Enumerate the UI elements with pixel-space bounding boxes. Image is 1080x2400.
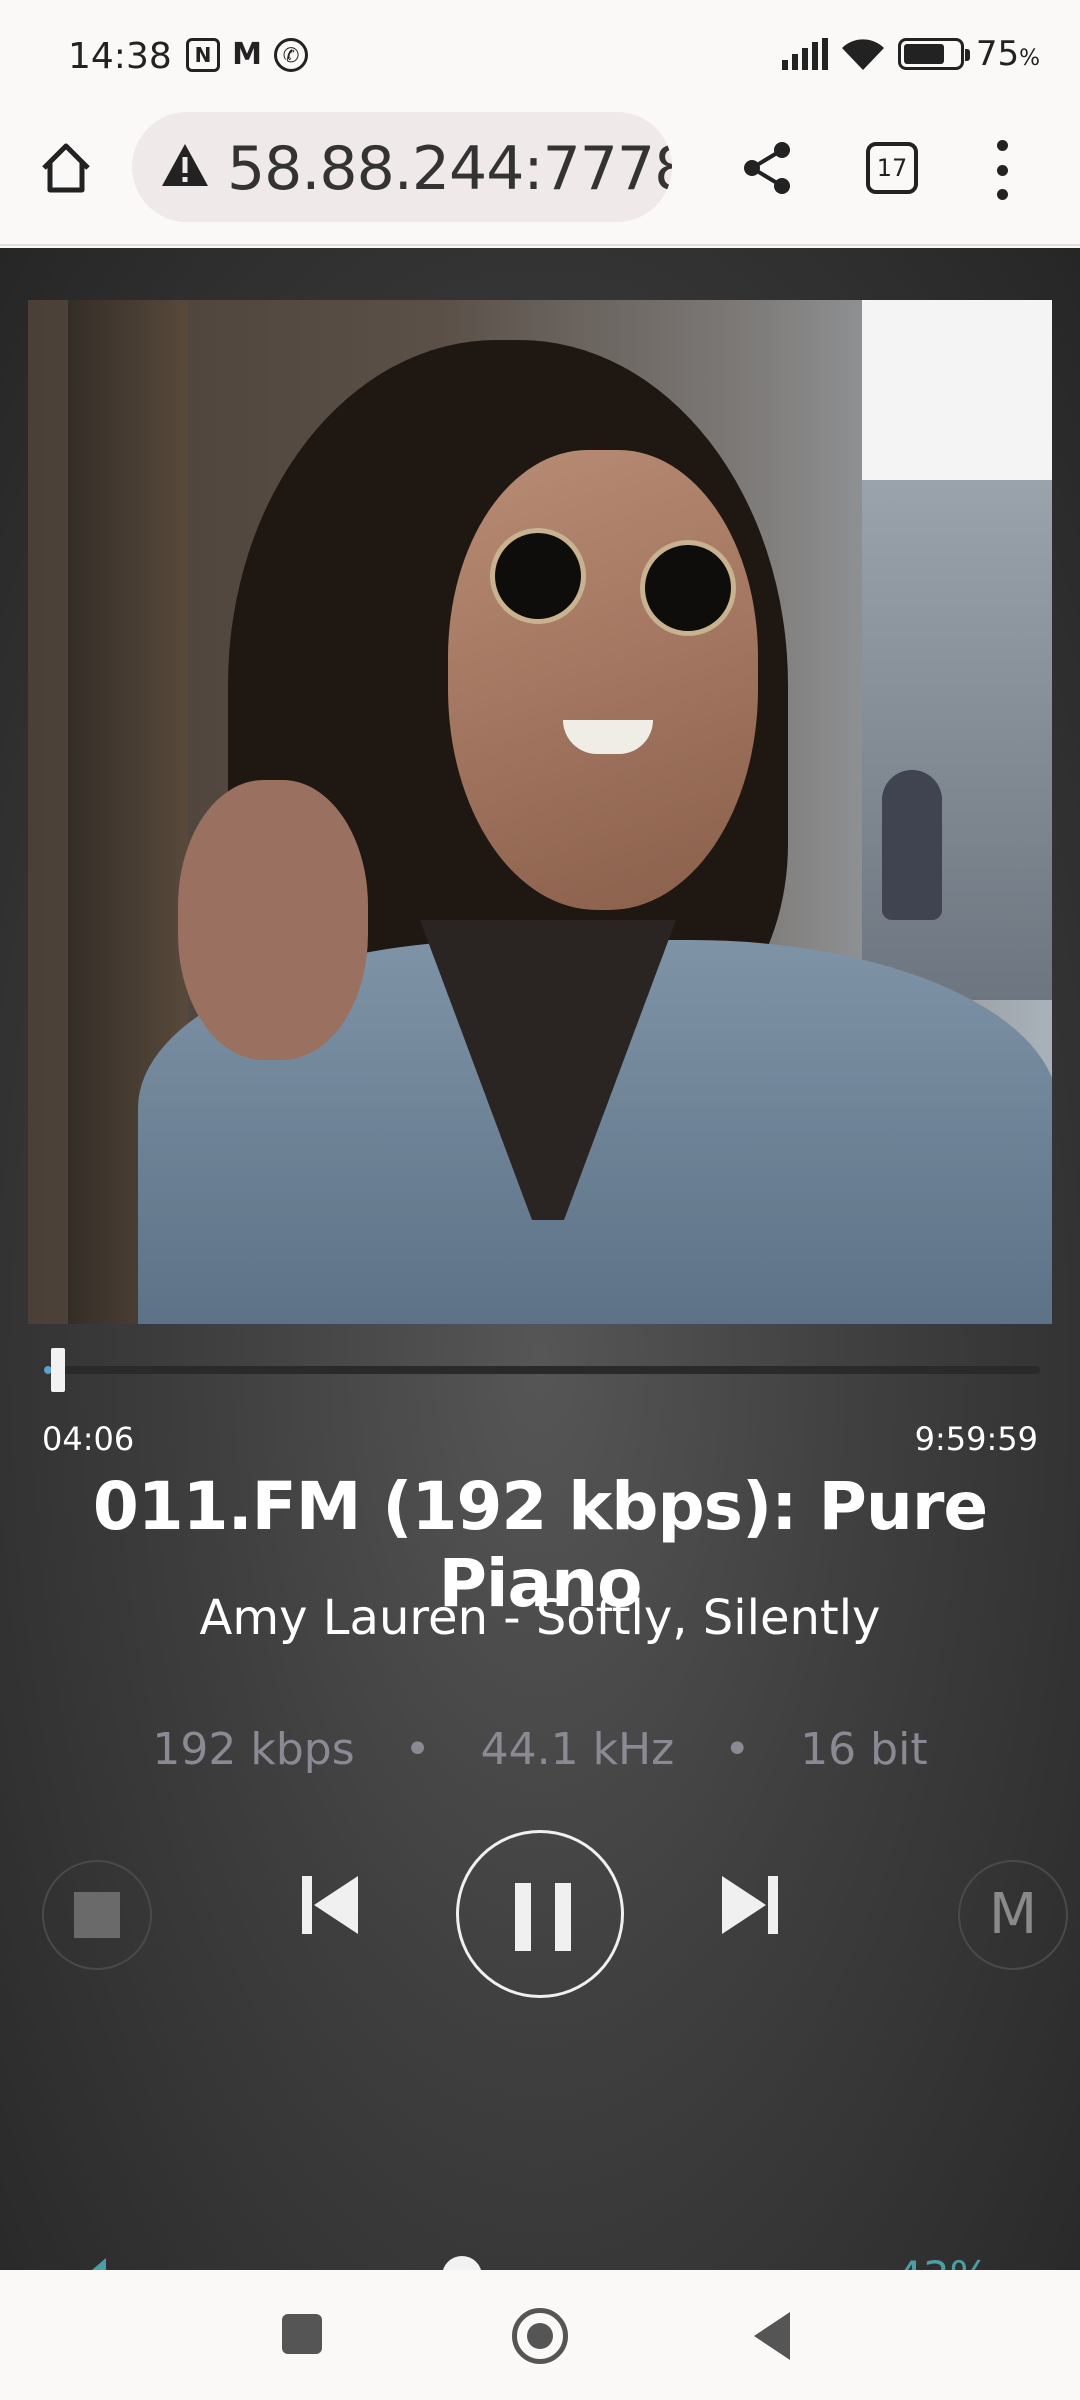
pause-button[interactable]: [456, 1830, 624, 1998]
stream-info: 192 kbps • 44.1 kHz • 16 bit: [0, 1724, 1080, 1775]
previous-icon[interactable]: [300, 1870, 364, 1940]
battery-percent: 75%: [975, 34, 1040, 74]
bit-depth: 16 bit: [800, 1724, 928, 1775]
playback-controls: M: [0, 1830, 1080, 2000]
url-bar[interactable]: 58.88.244:7778: [132, 112, 672, 222]
track-title: Amy Lauren - Softly, Silently: [199, 1590, 881, 1646]
stop-button[interactable]: [42, 1860, 152, 1970]
browser-toolbar: 58.88.244:7778 17: [0, 110, 1080, 246]
home-nav-icon[interactable]: [512, 2308, 568, 2364]
stop-icon: [74, 1892, 120, 1938]
navigation-bar: [0, 2270, 1080, 2400]
share-icon[interactable]: [740, 140, 796, 196]
home-icon[interactable]: [36, 138, 96, 198]
bitrate: 192 kbps: [152, 1724, 355, 1775]
next-icon[interactable]: [716, 1870, 780, 1940]
status-time: 14:38: [68, 36, 172, 77]
separator: •: [724, 1724, 751, 1775]
duration-time: 9:59:59: [914, 1420, 1038, 1458]
elapsed-time: 04:06: [42, 1420, 135, 1458]
wifi-icon: [841, 39, 884, 70]
pause-icon: [515, 1883, 531, 1951]
radio-player: 04:06 9:59:59 011.FM (192 kbps): Pure Pi…: [0, 248, 1080, 2301]
tab-switcher-button[interactable]: 17: [866, 142, 918, 194]
viber-icon: ✆: [274, 38, 308, 72]
battery-icon: [897, 38, 970, 70]
progress-bar[interactable]: [44, 1366, 1040, 1374]
notification-icons: N M ✆: [186, 38, 308, 72]
back-icon[interactable]: [754, 2312, 790, 2360]
sample-rate: 44.1 kHz: [480, 1724, 675, 1775]
status-bar: 14:38 N M ✆ 75%: [0, 0, 1080, 110]
overflow-menu-icon[interactable]: [990, 140, 1014, 200]
mode-button[interactable]: M: [958, 1860, 1068, 1970]
recents-icon[interactable]: [282, 2314, 322, 2354]
nfc-icon: N: [186, 38, 220, 72]
progress-handle[interactable]: [50, 1348, 65, 1392]
separator: •: [404, 1724, 431, 1775]
album-cover: [28, 300, 1052, 1324]
battery-fill: [903, 44, 945, 64]
gmail-icon: M: [232, 37, 262, 72]
url-text[interactable]: 58.88.244:7778: [227, 134, 672, 204]
status-right: 75%: [781, 34, 1040, 74]
warning-icon[interactable]: [160, 142, 210, 188]
signal-icon: [781, 38, 828, 70]
